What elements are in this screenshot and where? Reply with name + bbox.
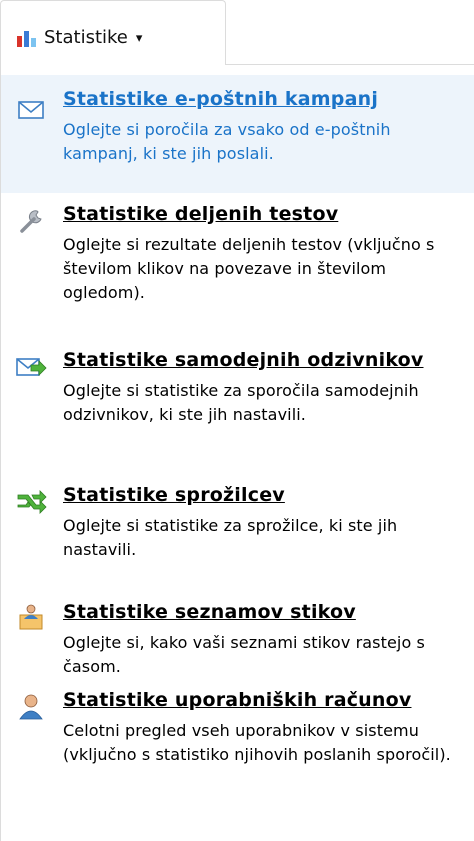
menu-item-description: Celotni pregled vseh uporabnikov v siste… — [63, 721, 451, 764]
menu-item-title[interactable]: Statistike uporabniških računov — [63, 689, 466, 711]
menu-item-title[interactable]: Statistike samodejnih odzivnikov — [63, 349, 466, 371]
menu-item-title[interactable]: Statistike sprožilcev — [63, 484, 466, 506]
trigger-arrows-icon — [17, 490, 47, 514]
statistics-tab-label: Statistike — [44, 27, 128, 48]
menu-item-description: Oglejte si statistike za sporočila samod… — [63, 381, 419, 424]
menu-item-user-accounts[interactable]: Statistike uporabniških računov Celotni … — [1, 689, 474, 829]
menu-item-description: Oglejte si poročila za vsako od e-poštni… — [63, 120, 391, 163]
menu-item-title[interactable]: Statistike e-poštnih kampanj — [63, 88, 466, 110]
autoresponder-icon — [16, 358, 47, 376]
envelope-icon — [18, 101, 44, 119]
menu-item-split-tests[interactable]: Statistike deljenih testov Oglejte si re… — [1, 203, 474, 343]
menu-item-description: Oglejte si, kako vaši seznami stikov ras… — [63, 633, 425, 676]
bar-chart-icon — [17, 30, 36, 47]
menu-item-email-campaigns[interactable]: Statistike e-poštnih kampanj Oglejte si … — [1, 75, 474, 193]
menu-item-contact-lists[interactable]: Statistike seznamov stikov Oglejte si, k… — [1, 601, 474, 701]
contact-list-icon — [19, 604, 43, 630]
menu-item-autoresponders[interactable]: Statistike samodejnih odzivnikov Oglejte… — [1, 349, 474, 489]
menu-item-description: Oglejte si statistike za sprožilce, ki s… — [63, 516, 398, 559]
menu-item-title[interactable]: Statistike seznamov stikov — [63, 601, 466, 623]
user-icon — [19, 694, 43, 720]
statistics-tab[interactable]: Statistike ▾ — [0, 0, 226, 65]
menu-item-title[interactable]: Statistike deljenih testov — [63, 203, 466, 225]
wrench-icon — [20, 210, 42, 233]
menu-item-triggers[interactable]: Statistike sprožilcev Oglejte si statist… — [1, 484, 474, 584]
chevron-down-icon: ▾ — [135, 31, 143, 46]
statistics-menu: Statistike e-poštnih kampanj Oglejte si … — [0, 64, 474, 841]
menu-item-description: Oglejte si rezultate deljenih testov (vk… — [63, 235, 435, 302]
